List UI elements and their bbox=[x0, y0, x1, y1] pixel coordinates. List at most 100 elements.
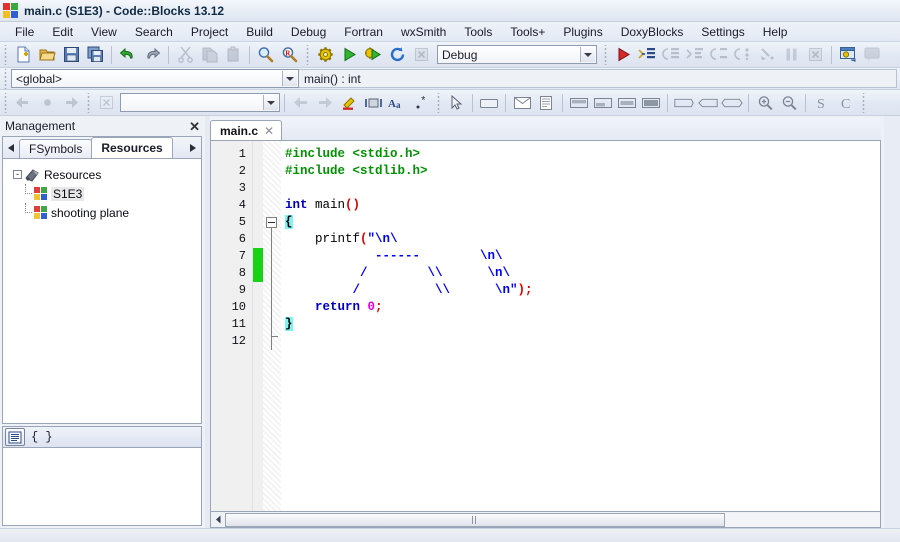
find-icon[interactable] bbox=[255, 44, 277, 66]
code-line[interactable] bbox=[285, 180, 880, 197]
list-view-icon[interactable] bbox=[5, 428, 25, 446]
pointer-icon[interactable] bbox=[445, 92, 467, 114]
menu-edit[interactable]: Edit bbox=[43, 23, 82, 41]
scroll-track[interactable] bbox=[225, 512, 880, 527]
tree-node-root[interactable]: - Resources bbox=[7, 165, 197, 184]
copy-icon[interactable] bbox=[198, 44, 220, 66]
debug-step-out-icon[interactable] bbox=[708, 44, 730, 66]
toolbar-grip[interactable] bbox=[2, 92, 9, 113]
replace-icon[interactable]: R bbox=[279, 44, 301, 66]
toolbar-grip[interactable] bbox=[2, 68, 9, 89]
rebuild-icon[interactable] bbox=[386, 44, 408, 66]
debug-step-into-instruction-icon[interactable] bbox=[756, 44, 778, 66]
build-icon[interactable] bbox=[314, 44, 336, 66]
clear-icon[interactable] bbox=[95, 92, 117, 114]
editor-tab-main-c[interactable]: main.c ✕ bbox=[210, 120, 283, 140]
tree-node-s1e3[interactable]: S1E3 bbox=[7, 184, 197, 203]
fold-cell[interactable] bbox=[263, 316, 281, 333]
box-left-icon[interactable] bbox=[673, 92, 695, 114]
toolbar-grip[interactable] bbox=[304, 44, 311, 65]
menu-project[interactable]: Project bbox=[182, 23, 237, 41]
tab-resources[interactable]: Resources bbox=[91, 137, 173, 158]
menu-doxyblocks[interactable]: DoxyBlocks bbox=[612, 23, 693, 41]
align-top-icon[interactable] bbox=[568, 92, 590, 114]
menu-search[interactable]: Search bbox=[126, 23, 182, 41]
find-next-icon[interactable] bbox=[314, 92, 336, 114]
regex-icon[interactable]: * bbox=[410, 92, 432, 114]
chevron-left-icon[interactable] bbox=[3, 138, 19, 158]
fold-cell[interactable] bbox=[263, 333, 281, 350]
fold-cell[interactable] bbox=[263, 282, 281, 299]
menu-debug[interactable]: Debug bbox=[282, 23, 335, 41]
fold-cell[interactable] bbox=[263, 248, 281, 265]
code-line[interactable]: int main() bbox=[285, 197, 880, 214]
box-center-icon[interactable] bbox=[697, 92, 719, 114]
panel-icon[interactable] bbox=[478, 92, 500, 114]
menu-fortran[interactable]: Fortran bbox=[335, 23, 392, 41]
fold-margin[interactable] bbox=[263, 141, 281, 511]
fold-cell[interactable] bbox=[263, 214, 281, 350]
debug-next-instruction-icon[interactable] bbox=[732, 44, 754, 66]
debug-next-line-icon[interactable] bbox=[660, 44, 682, 66]
fold-cell[interactable] bbox=[263, 146, 281, 163]
align-middle-icon[interactable] bbox=[616, 92, 638, 114]
expand-icon[interactable] bbox=[640, 92, 662, 114]
menu-settings[interactable]: Settings bbox=[692, 23, 753, 41]
menu-tools-plus[interactable]: Tools+ bbox=[501, 23, 554, 41]
close-icon[interactable]: ✕ bbox=[189, 120, 200, 133]
find-previous-icon[interactable] bbox=[290, 92, 312, 114]
menu-wxsmith[interactable]: wxSmith bbox=[392, 23, 455, 41]
toolbar-grip[interactable] bbox=[2, 44, 9, 65]
debug-step-into-icon[interactable] bbox=[684, 44, 706, 66]
code-line[interactable]: printf("\n\ bbox=[285, 231, 880, 248]
frame-icon[interactable] bbox=[535, 92, 557, 114]
menu-file[interactable]: File bbox=[6, 23, 43, 41]
code-line[interactable]: ------ \n\ bbox=[285, 248, 880, 265]
fold-collapse-icon[interactable] bbox=[266, 217, 277, 228]
function-select[interactable]: main() : int bbox=[299, 69, 897, 88]
build-target-select[interactable]: Debug bbox=[437, 45, 597, 64]
build-and-run-icon[interactable] bbox=[362, 44, 384, 66]
fold-cell[interactable] bbox=[263, 265, 281, 282]
save-icon[interactable] bbox=[60, 44, 82, 66]
chevron-down-icon[interactable] bbox=[580, 47, 595, 62]
debug-run-to-cursor-icon[interactable] bbox=[636, 44, 658, 66]
expander-icon[interactable]: - bbox=[13, 170, 22, 179]
source-icon[interactable]: S bbox=[811, 92, 833, 114]
match-case-icon[interactable]: Aa bbox=[386, 92, 408, 114]
dialog-icon[interactable] bbox=[511, 92, 533, 114]
nav-back-icon[interactable] bbox=[12, 92, 34, 114]
zoom-out-icon[interactable] bbox=[778, 92, 800, 114]
tab-fsymbols[interactable]: FSymbols bbox=[19, 139, 93, 158]
code-line[interactable]: } bbox=[285, 316, 880, 333]
selected-text-icon[interactable] bbox=[362, 92, 384, 114]
paste-icon[interactable] bbox=[222, 44, 244, 66]
undo-icon[interactable] bbox=[117, 44, 139, 66]
debugging-windows-icon[interactable] bbox=[837, 44, 859, 66]
class-icon[interactable]: C bbox=[835, 92, 857, 114]
menu-plugins[interactable]: Plugins bbox=[554, 23, 611, 41]
code-line[interactable]: { bbox=[285, 214, 880, 231]
code-line[interactable]: #include <stdlib.h> bbox=[285, 163, 880, 180]
abort-icon[interactable] bbox=[410, 44, 432, 66]
fold-cell[interactable] bbox=[263, 197, 281, 214]
menu-help[interactable]: Help bbox=[754, 23, 797, 41]
save-all-icon[interactable] bbox=[84, 44, 106, 66]
debug-break-icon[interactable] bbox=[780, 44, 802, 66]
open-file-icon[interactable] bbox=[36, 44, 58, 66]
fold-cell[interactable] bbox=[263, 163, 281, 180]
various-info-icon[interactable] bbox=[861, 44, 883, 66]
search-input-field[interactable] bbox=[125, 94, 263, 111]
nav-stop-icon[interactable] bbox=[36, 92, 58, 114]
code-text[interactable]: #include <stdio.h> #include <stdlib.h> in… bbox=[281, 141, 880, 511]
fold-cell[interactable] bbox=[263, 180, 281, 197]
search-input[interactable] bbox=[120, 93, 280, 112]
menu-tools[interactable]: Tools bbox=[455, 23, 501, 41]
run-icon[interactable] bbox=[338, 44, 360, 66]
dock-tab-label[interactable]: { } bbox=[31, 430, 53, 444]
align-bottom-icon[interactable] bbox=[592, 92, 614, 114]
toolbar-grip[interactable] bbox=[860, 92, 867, 113]
tree-node-shooting-plane[interactable]: shooting plane bbox=[7, 203, 197, 222]
caret-left-icon[interactable] bbox=[211, 513, 225, 527]
toolbar-grip[interactable] bbox=[85, 92, 92, 113]
